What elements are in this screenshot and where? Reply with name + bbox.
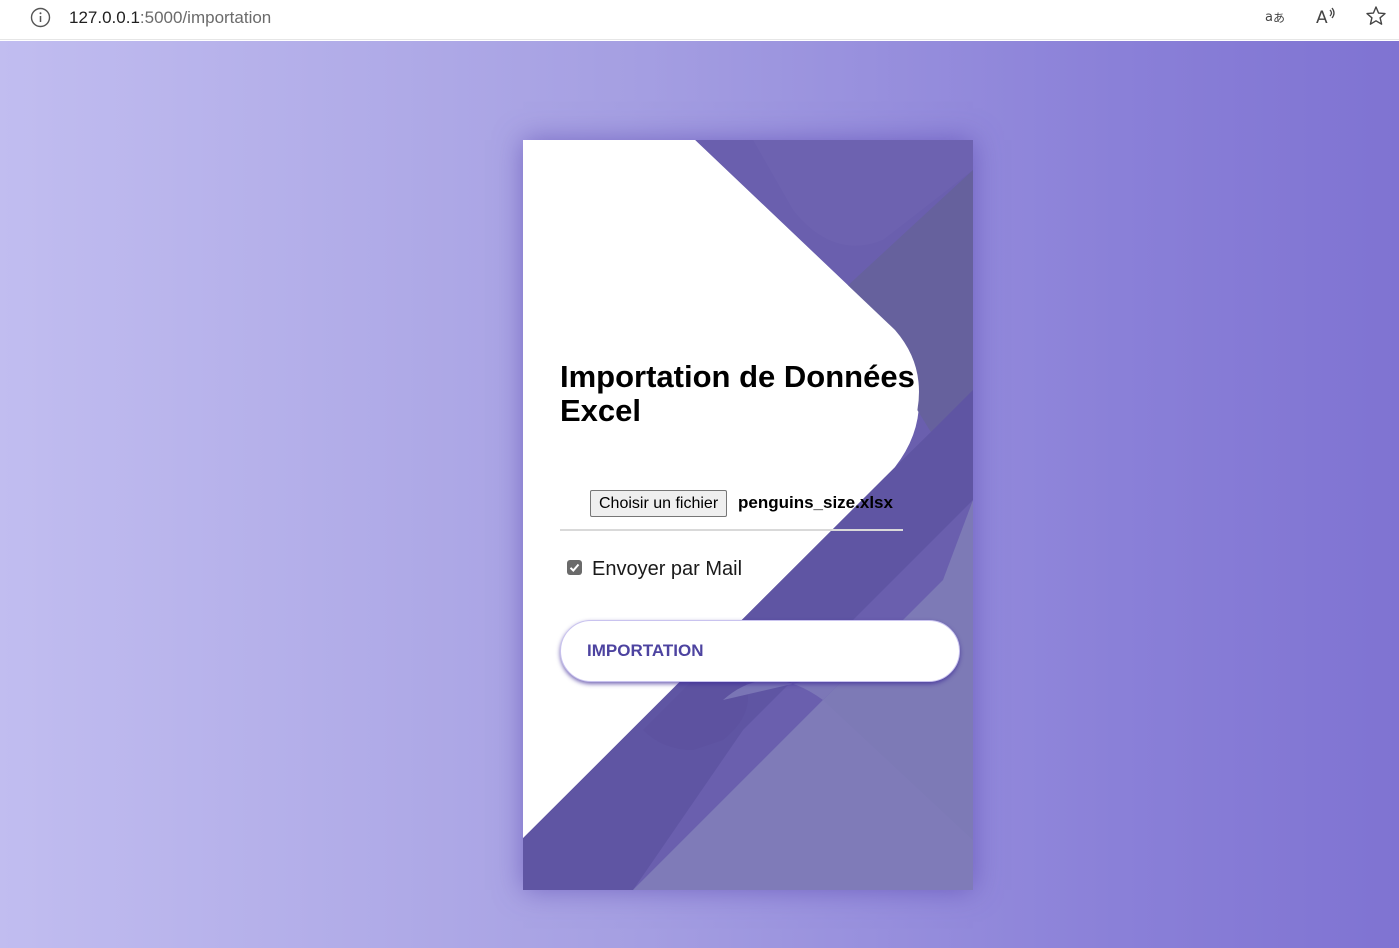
checkmark-icon: [569, 563, 580, 572]
send-mail-label: Envoyer par Mail: [592, 558, 743, 580]
favorite-star-icon[interactable]: [1365, 5, 1387, 27]
svg-text:あ: あ: [1273, 11, 1285, 25]
browser-toolbar: 127.0.0.1:5000/importation a あ A: [0, 0, 1399, 40]
selected-file-name: penguins_size.xlsx: [738, 493, 893, 512]
url-text[interactable]: 127.0.0.1:5000/importation: [69, 7, 271, 28]
choose-file-button[interactable]: Choisir un fichier: [590, 490, 728, 517]
svg-text:A: A: [1316, 8, 1328, 27]
send-mail-checkbox[interactable]: [567, 560, 582, 575]
svg-text:a: a: [1265, 10, 1273, 25]
file-input[interactable]: Choisir un fichier penguins_size.xlsx: [560, 488, 903, 531]
import-button[interactable]: IMPORTATION: [560, 620, 960, 682]
info-icon[interactable]: [30, 7, 51, 28]
translate-icon[interactable]: a あ: [1264, 5, 1286, 27]
page-title: Importation de Données Excel: [560, 359, 915, 428]
import-card: Importation de Données Excel Choisir un …: [523, 140, 973, 890]
address-bar[interactable]: 127.0.0.1:5000/importation: [6, 1, 1399, 34]
url-host: 127.0.0.1: [69, 8, 140, 27]
url-path: :5000/importation: [139, 8, 272, 27]
read-aloud-icon[interactable]: A: [1315, 5, 1337, 27]
